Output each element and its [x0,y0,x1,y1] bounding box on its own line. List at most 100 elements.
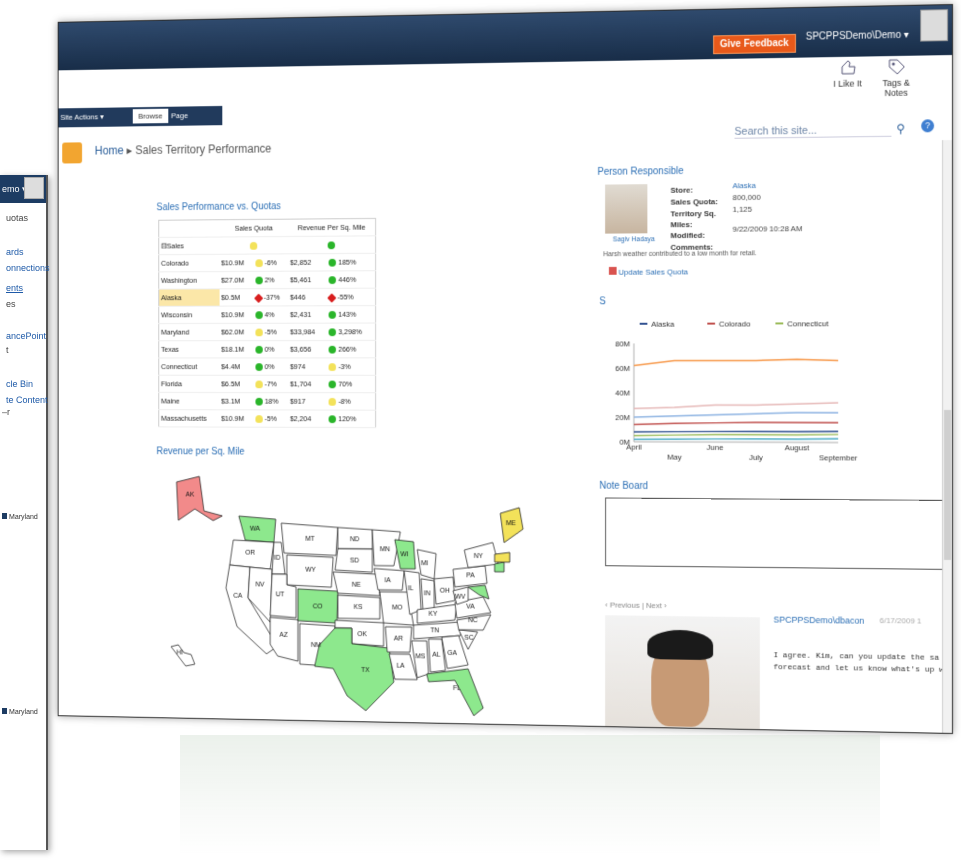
bw-nav-item[interactable]: uotas [6,213,28,223]
kpi-row[interactable]: Washington $27.0M 2% $5,461 446% [158,270,376,290]
status-indicator-icon [328,363,337,371]
tag-icon [885,56,907,76]
modified-label: Modified: [670,230,705,241]
bw-nav-item[interactable]: ancePoint [6,331,46,341]
sales-line-chart: Alaska Colorado Connecticut0M20M40M60M80MA… [615,319,858,462]
bw-nav-item[interactable]: onnections [6,263,50,273]
svg-text:HI: HI [177,649,183,656]
kpi-row[interactable]: Colorado $10.9M -6% $2,852 185% [158,253,376,272]
note-input[interactable] [605,497,946,570]
bw-nav-item[interactable]: ents [6,283,23,293]
kpi-revenue-status: -3% [325,357,376,376]
kpi-row[interactable]: Alaska $0.5M -37% $446 -55% [158,288,376,307]
avatar[interactable] [920,9,949,42]
svg-text:LA: LA [397,663,405,670]
breadcrumb-home-link[interactable]: Home [95,144,124,158]
kpi-row[interactable]: Maryland $62.0M -5% $33,984 3,298% [158,322,376,341]
update-sales-quota-link[interactable]: Update Sales Quota [608,266,688,277]
bw-nav-item[interactable]: t [6,345,9,355]
kpi-row-name: Wisconsin [158,306,220,324]
help-icon[interactable]: ? [921,119,935,133]
store-value[interactable]: Alaska [733,181,756,190]
tab-page[interactable]: Page [171,111,188,120]
post-date: 6/17/2009 1 [879,616,922,626]
i-like-it-button[interactable]: I Like It [833,57,862,89]
kpi-group-row: ⊟Sales [158,235,376,255]
svg-text:WA: WA [250,526,261,533]
series-line [634,434,838,437]
svg-text:OH: OH [440,588,450,595]
kpi-revenue-value: $974 [288,357,326,376]
bw-nav-item[interactable]: cle Bin [6,379,33,389]
site-actions-menu[interactable]: Site Actions ▾ [60,112,103,121]
kpi-group-label[interactable]: ⊟Sales [158,237,220,255]
svg-text:WY: WY [305,567,316,574]
svg-text:WV: WV [455,594,466,601]
status-indicator-icon [255,345,263,354]
screenshot-stage: emo ▾ uotas ards onnections ents es ance… [0,0,961,862]
give-feedback-button[interactable]: Give Feedback [713,33,796,55]
kpi-quota-value: $62.0M [219,323,252,341]
svg-text:KY: KY [429,611,438,618]
series-line [634,438,838,440]
kpi-row-name: Massachusetts [158,409,220,428]
bw-nav-item[interactable]: es [6,299,16,309]
user-menu[interactable]: SPCPPSDemo\Demo ▾ [806,30,909,43]
bw-nav-item[interactable]: te Content [6,395,48,405]
background-user-menu[interactable]: emo ▾ [2,184,27,194]
tags-notes-button[interactable]: Tags & Notes [883,56,910,98]
next-link[interactable]: Next › [646,601,667,610]
status-indicator-icon [328,311,337,319]
kpi-quota-status: -5% [251,409,289,428]
kpi-row[interactable]: Texas $18.1M 0% $3,656 266% [158,340,376,358]
thumbs-up-icon [837,57,859,77]
ribbon-tabs: Site Actions ▾ Browse Page [58,105,223,128]
status-indicator-icon [327,292,337,303]
status-indicator-icon [255,363,263,371]
kpi-row[interactable]: Wisconsin $10.9M 4% $2,431 143% [158,305,376,324]
tab-browse[interactable]: Browse [132,108,169,124]
previous-link[interactable]: ‹ Previous [605,601,640,610]
map-state-az [270,617,298,661]
legend-label: Alaska [651,320,675,329]
search-icon[interactable]: ⚲ [896,122,905,136]
miles-label: Miles: [670,220,693,230]
status-indicator-icon [328,415,337,424]
kpi-row[interactable]: Connecticut $4.4M 0% $974 -3% [158,357,376,376]
kpi-revenue-status: -55% [325,288,376,306]
svg-text:NE: NE [352,582,361,589]
svg-text:ID: ID [274,555,281,562]
breadcrumb: Home ▸ Sales Territory Performance [95,142,272,158]
kpi-row[interactable]: Maine $3.1M 18% $917 -8% [158,392,376,411]
kpi-revenue-status: 446% [325,270,376,289]
y-tick-label: 80M [615,339,630,348]
post-author-link[interactable]: SPCPPSDemo\dbacon [773,615,864,626]
kpi-row[interactable]: Massachusetts $10.9M -5% $2,204 120% [158,409,376,428]
svg-text:NV: NV [255,581,264,588]
svg-text:FL: FL [453,685,461,692]
series-line [634,359,838,365]
svg-text:WI: WI [400,551,408,558]
svg-text:NY: NY [474,553,484,560]
bw-nav-item[interactable]: ards [6,247,24,257]
kpi-row-name: Florida [158,375,220,393]
avatar[interactable] [24,177,44,199]
site-logo-icon[interactable] [62,142,83,164]
search-input[interactable]: Search this site... [734,123,892,139]
svg-text:GA: GA [447,650,457,657]
svg-text:ME: ME [506,520,516,527]
kpi-quota-value: $10.9M [219,409,252,428]
person-name-link[interactable]: Sagiv Hadaya [613,236,655,243]
kpi-title: Sales Performance vs. Quotas [156,201,281,214]
x-tick-label: July [749,453,763,462]
pager-separator: | [641,600,644,610]
x-tick-label: September [819,453,858,462]
kpi-row[interactable]: Florida $6.5M -7% $1,704 70% [158,375,376,393]
scrollbar[interactable] [942,140,953,734]
scrollbar-thumb[interactable] [944,409,952,560]
svg-text:OK: OK [357,631,367,638]
svg-text:UT: UT [276,591,285,598]
svg-text:IA: IA [384,577,391,584]
kpi-quota-value: $4.4M [219,357,252,376]
svg-text:NC: NC [468,617,478,624]
